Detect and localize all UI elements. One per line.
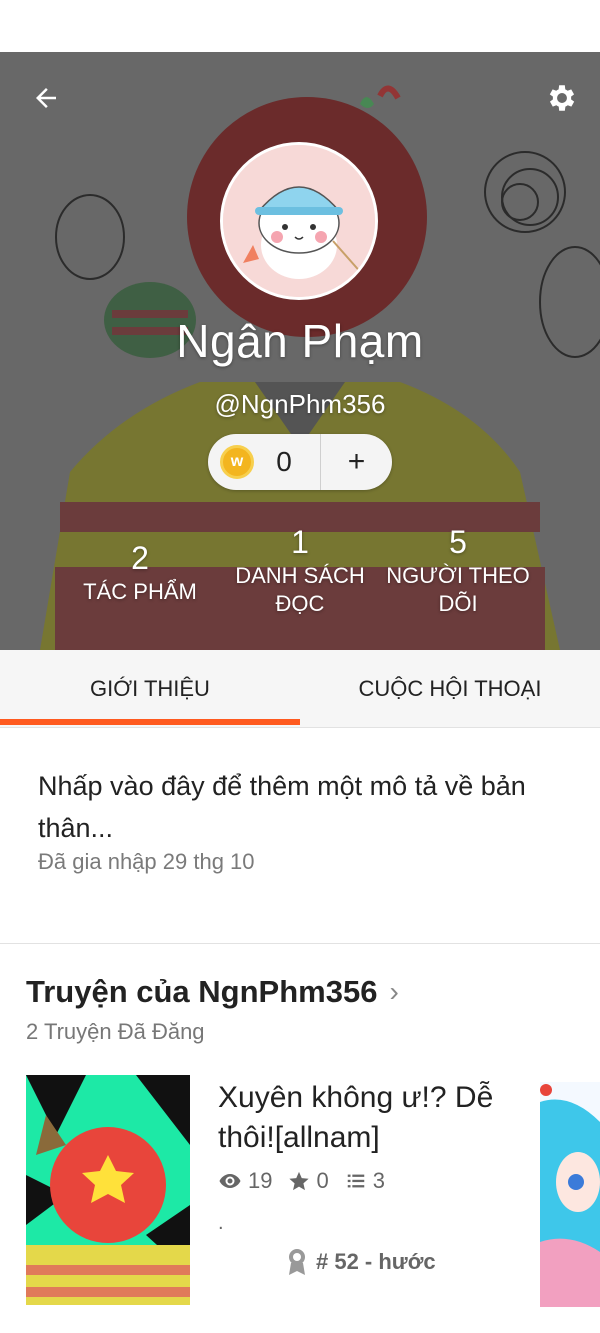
story-votes-count: 0 [316,1168,329,1193]
avatar-image [223,145,375,297]
display-name: Ngân Phạm [176,315,424,367]
story-title[interactable]: Xuyên không ư!? Dễ thôi![allnam] [218,1078,518,1158]
coin-balance: w 0 + [208,434,392,490]
stories-count: 2 Truyện Đã Đăng [26,1019,205,1044]
story-description: . [218,1212,224,1234]
active-tab-indicator [0,719,300,725]
story-votes: 0 [288,1168,329,1194]
gear-icon [549,85,575,111]
arrow-left-icon [36,88,56,108]
username: @NgnPhm356 [214,389,386,419]
settings-button[interactable] [540,76,584,120]
story-rank-text: # 52 - hước [316,1249,436,1274]
story-parts: 3 [345,1168,385,1194]
list-icon [347,1174,364,1188]
stat-reading-lists-value: 1 [291,524,309,560]
profile-header: Ngân Phạm @NgnPhm356 w 0 + 2 TÁC PHẨM 1 … [0,52,600,650]
story-parts-count: 3 [372,1168,385,1193]
coin-icon: w [220,445,254,479]
profile-tabs: GIỚI THIỆU CUỘC HỘI THOẠI [0,650,600,728]
stat-works-value: 2 [131,540,149,576]
story-views-count: 19 [248,1168,273,1193]
story-cover-second[interactable] [540,1082,600,1307]
story-cover[interactable] [26,1075,190,1305]
stat-followers[interactable]: 5 NGƯỜI THEO DÕI [380,522,536,618]
stories-section-title-text: Truyện của NgnPhm356 [26,974,378,1009]
stat-followers-value: 5 [449,524,467,560]
star-icon [289,1171,310,1191]
tab-conversations[interactable]: CUỘC HỘI THOẠI [300,650,600,728]
add-coins-button[interactable]: + [321,434,392,490]
coin-count: 0 [276,446,292,477]
stat-works[interactable]: 2 TÁC PHẨM [70,538,210,606]
section-divider [0,943,600,944]
stories-section-title[interactable]: Truyện của NgnPhm356 › [26,974,399,1010]
story-rank: # 52 - hước [286,1248,436,1276]
story-cover-image [26,1075,190,1305]
status-bar [0,0,600,52]
stat-reading-lists-label: DANH SÁCH ĐỌC [235,563,365,616]
back-button[interactable] [26,78,66,118]
about-description-prompt[interactable]: Nhấp vào đây để thêm một mô tả về bản th… [38,765,558,849]
stat-followers-label: NGƯỜI THEO DÕI [386,563,530,616]
stat-reading-lists[interactable]: 1 DANH SÁCH ĐỌC [222,522,378,618]
joined-date: Đã gia nhập 29 thg 10 [38,849,255,874]
story-stats: 19 0 3 [218,1168,401,1194]
tab-about[interactable]: GIỚI THIỆU [0,650,300,728]
chevron-right-icon: › [389,976,399,1007]
story-views: 19 [218,1168,272,1194]
eye-icon [219,1174,241,1188]
ribbon-icon [289,1249,305,1275]
stat-works-label: TÁC PHẨM [83,579,197,604]
avatar[interactable] [220,142,378,300]
story-cover-second-image [540,1082,600,1307]
